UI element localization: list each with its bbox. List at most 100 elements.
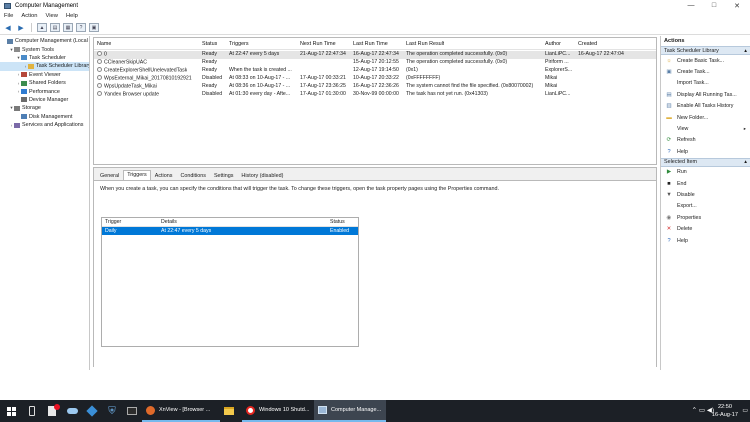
tab-triggers[interactable]: Triggers xyxy=(123,170,151,180)
tree-item[interactable]: › Services and Applications xyxy=(0,121,89,129)
task-name: Yandex Browser update xyxy=(97,90,159,99)
task-name-text: Yandex Browser update xyxy=(104,91,159,97)
action-item[interactable]: ▶ Run xyxy=(661,167,750,178)
tree-item[interactable]: › Event Viewer xyxy=(0,71,89,79)
forward-arrow-icon[interactable]: ▶ xyxy=(16,23,26,32)
column-header-status[interactable]: Status xyxy=(202,38,217,50)
system-tray-icons[interactable]: ⌃ ▭ ◀) xyxy=(692,406,714,414)
task-next-run: 17-Aug-17 01:30:00 xyxy=(300,90,346,97)
tree-item[interactable]: Disk Management xyxy=(0,113,89,121)
properties-icon[interactable]: ▦ xyxy=(63,23,73,32)
action-item[interactable]: ☼ Create Basic Task... xyxy=(661,55,750,66)
maximize-button[interactable]: □ xyxy=(703,0,725,11)
cube-app-icon xyxy=(86,405,98,417)
start-button[interactable] xyxy=(0,400,22,422)
column-header-author[interactable]: Author xyxy=(545,38,561,50)
tab-general[interactable]: General xyxy=(96,171,123,180)
task-row[interactable]: WpsExternal_Mikai_20170810192921 Disabled… xyxy=(94,74,656,83)
computer-management-icon xyxy=(318,406,327,414)
menu-action[interactable]: Action xyxy=(21,13,37,19)
column-header-last-result[interactable]: Last Run Result xyxy=(406,38,444,50)
tab-settings[interactable]: Settings xyxy=(210,171,237,180)
task-row[interactable]: Yandex Browser update Disabled At 01:30 ev… xyxy=(94,90,656,99)
tree-item[interactable]: ▾ Storage xyxy=(0,104,89,112)
action-item[interactable]: ▣ Create Task... xyxy=(661,66,750,77)
back-arrow-icon[interactable]: ◀ xyxy=(3,23,13,32)
up-folder-icon[interactable]: ▲ xyxy=(37,23,47,32)
clock[interactable]: 22:50 16-Aug-17 xyxy=(712,403,738,419)
column-header-last-run[interactable]: Last Run Time xyxy=(353,38,388,50)
column-header-triggers[interactable]: Triggers xyxy=(229,38,249,50)
actions-section-header[interactable]: Selected Item ▴ xyxy=(661,157,750,167)
tree-item[interactable]: Computer Management (Local xyxy=(0,37,89,45)
task-name-text: WpsExternal_Mikai_20170810192921 xyxy=(104,75,192,82)
tab-history[interactable]: History (disabled) xyxy=(237,171,287,180)
taskbar-app-pin-6[interactable] xyxy=(122,400,142,422)
tab-actions[interactable]: Actions xyxy=(151,171,177,180)
tree-item[interactable]: › Shared Folders xyxy=(0,79,89,87)
action-item[interactable]: ◉ Properties xyxy=(661,212,750,223)
taskbar-app-pin-4[interactable] xyxy=(82,400,102,422)
taskbar-app-button[interactable] xyxy=(220,400,242,422)
tree-item[interactable]: › Task Scheduler Library xyxy=(0,62,89,71)
action-item[interactable]: ▼ Disable xyxy=(661,189,750,200)
console-tree-icon[interactable]: ▤ xyxy=(50,23,60,32)
action-item-label: Refresh xyxy=(677,137,696,144)
tree-item[interactable]: ▾ System Tools xyxy=(0,45,89,53)
taskbar-app-pin-3[interactable] xyxy=(62,400,82,422)
tab-conditions[interactable]: Conditions xyxy=(176,171,209,180)
close-button[interactable]: ✕ xyxy=(726,0,748,11)
trigger-row[interactable]: Daily At 22:47 every 5 days Enabled xyxy=(102,227,358,235)
taskbar-app-pin-5[interactable]: ⛨ xyxy=(102,400,122,422)
taskbar-app-button[interactable]: Windows 10 Shutd... xyxy=(242,400,314,422)
taskbar-app-pin-2[interactable] xyxy=(42,400,62,422)
taskbar-app-pin-1[interactable] xyxy=(22,400,42,422)
create-basic-task-icon: ☼ xyxy=(666,57,672,64)
action-item[interactable]: ? Help xyxy=(661,146,750,157)
column-header-name[interactable]: Name xyxy=(97,38,111,50)
action-item[interactable]: Import Task... xyxy=(661,78,750,89)
menu-file[interactable]: File xyxy=(4,13,13,19)
mmc-icon[interactable]: ▣ xyxy=(89,23,99,32)
help-icon: ? xyxy=(667,237,671,244)
action-item-label: Help xyxy=(677,148,688,155)
action-center-icon[interactable]: ▭ xyxy=(742,407,748,414)
task-row[interactable]: 0 Ready At 22:47 every 5 days 21-Aug-17 22:… xyxy=(94,51,656,59)
action-item[interactable]: View ▸ xyxy=(661,123,750,134)
tree-item[interactable]: ▾ Task Scheduler xyxy=(0,54,89,62)
computer-icon xyxy=(7,38,13,44)
action-item[interactable]: ⟳ Refresh xyxy=(661,135,750,146)
actions-pane: Actions Task Scheduler Library ▴ ☼ Create B… xyxy=(660,36,750,370)
action-item[interactable]: ▤ Display All Running Tas... xyxy=(661,89,750,100)
column-header-trigger[interactable]: Trigger xyxy=(105,218,121,227)
action-item[interactable]: ✕ Delete xyxy=(661,223,750,234)
action-item[interactable]: ▥ Enable All Tasks History xyxy=(661,101,750,112)
collapse-caret-icon[interactable]: ▴ xyxy=(744,48,747,54)
task-name-text: 0 xyxy=(104,51,107,58)
help-icon[interactable]: ? xyxy=(76,23,86,32)
action-item[interactable]: ■ End xyxy=(661,178,750,189)
action-item[interactable]: ▬ New Folder... xyxy=(661,112,750,123)
actions-section-header[interactable]: Task Scheduler Library ▴ xyxy=(661,46,750,55)
tree-item-label: Task Scheduler xyxy=(29,54,66,61)
task-row[interactable]: WpsUpdateTask_Mikai Ready At 08:36 on 10-A… xyxy=(94,82,656,91)
phone-app-icon xyxy=(29,406,35,416)
menu-help[interactable]: Help xyxy=(66,13,78,19)
column-header-created[interactable]: Created xyxy=(578,38,597,50)
tree-item[interactable]: Device Manager xyxy=(0,96,89,104)
column-header-next-run[interactable]: Next Run Time xyxy=(300,38,336,50)
task-row[interactable]: CCleanerSkipUAC Ready 15-Aug-17 20:12:55 Th… xyxy=(94,58,656,67)
taskbar-app-button[interactable]: Computer Manage... xyxy=(314,400,386,422)
action-item[interactable]: Export... xyxy=(661,201,750,212)
tree-item[interactable]: › Performance xyxy=(0,87,89,95)
task-status: Disabled xyxy=(202,74,223,81)
column-header-trigger-status[interactable]: Status xyxy=(330,218,345,227)
task-row[interactable]: CreateExplorerShellUnelevatedTask Ready Wh… xyxy=(94,66,656,75)
taskbar-app-button[interactable]: XnView - [Browser ... xyxy=(142,400,220,422)
minimize-button[interactable]: — xyxy=(680,0,702,11)
menu-view[interactable]: View xyxy=(45,13,57,19)
action-item[interactable]: ? Help xyxy=(661,235,750,246)
collapse-caret-icon[interactable]: ▴ xyxy=(744,159,747,165)
column-header-details[interactable]: Details xyxy=(161,218,177,227)
task-triggers: At 22:47 every 5 days xyxy=(229,51,280,57)
